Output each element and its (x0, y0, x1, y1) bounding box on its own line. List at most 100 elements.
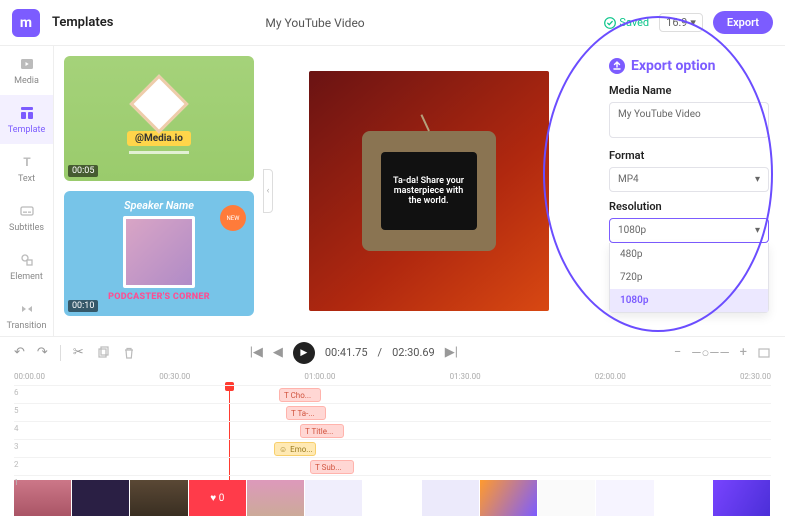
template-card-1[interactable]: @Media.io 00:05 (64, 56, 254, 181)
undo-button[interactable]: ↶ (14, 345, 25, 360)
thumbnail (247, 480, 305, 516)
prev-frame-button[interactable]: ◀ (273, 345, 283, 360)
track-4[interactable]: 4 T Title... (14, 421, 771, 439)
preview-caption: Ta-da! Share your masterpiece with the w… (381, 152, 477, 230)
ruler-tick: 02:00.00 (595, 372, 626, 381)
chevron-down-icon: ▾ (755, 174, 760, 185)
sidebar-item-subtitles[interactable]: Subtitles (0, 193, 53, 242)
media-name-input[interactable]: My YouTube Video (609, 102, 769, 138)
next-frame-button[interactable]: ▶| (445, 345, 458, 360)
sidebar-item-element[interactable]: Element (0, 242, 53, 291)
track-3[interactable]: 3 ☺Emo... (14, 439, 771, 457)
resolution-option-480p[interactable]: 480p (610, 243, 768, 266)
zoom-in-button[interactable]: + (740, 345, 747, 360)
template-1-duration: 00:05 (68, 165, 98, 177)
saved-label: Saved (619, 16, 649, 29)
media-icon (18, 55, 36, 73)
left-sidebar: Media Template T Text Subtitles Element … (0, 46, 54, 336)
resolution-option-1080p[interactable]: 1080p (610, 289, 768, 312)
resolution-label: Resolution (609, 200, 769, 213)
ruler-tick: 00:30.00 (159, 372, 190, 381)
track-number: 5 (14, 406, 19, 415)
clip-emoji-3[interactable]: ☺Emo... (274, 442, 316, 456)
format-select[interactable]: MP4 ▾ (609, 167, 769, 192)
track-2[interactable]: 2 T Sub... (14, 457, 771, 475)
thumbnail (363, 480, 421, 516)
clip-text-2[interactable]: T Sub... (310, 460, 354, 474)
time-separator: / (378, 346, 383, 359)
track-5[interactable]: 5 T Ta-... (14, 403, 771, 421)
resolution-select[interactable]: 1080p ▾ (609, 218, 769, 243)
resolution-dropdown: 480p 720p 1080p (609, 243, 769, 313)
export-icon (609, 58, 625, 74)
ruler-tick: 00:00.00 (14, 372, 45, 381)
total-time: 02:30.69 (392, 346, 435, 359)
video-preview[interactable]: Ta-da! Share your masterpiece with the w… (309, 71, 549, 311)
track-number: 3 (14, 442, 19, 451)
export-button[interactable]: Export (713, 11, 773, 34)
thumbnail (480, 480, 538, 516)
template-1-bar (129, 151, 189, 154)
sidebar-item-template[interactable]: Template (0, 95, 53, 144)
sidebar-item-label: Element (10, 272, 43, 282)
collapse-handle[interactable]: ‹ (263, 169, 273, 213)
clip-label: Emo... (290, 445, 312, 454)
ruler-tick: 02:30.00 (740, 372, 771, 381)
sidebar-item-media[interactable]: Media (0, 46, 53, 95)
transition-icon (18, 300, 36, 318)
emoji-icon: ☺ (279, 445, 287, 454)
delete-button[interactable] (122, 346, 136, 360)
current-time: 00:41.75 (325, 346, 368, 359)
element-icon (18, 251, 36, 269)
format-value: MP4 (618, 174, 639, 185)
export-title-text: Export option (631, 58, 715, 74)
skip-start-button[interactable]: |◀ (250, 345, 263, 360)
copy-button[interactable] (96, 346, 110, 360)
redo-button[interactable]: ↷ (37, 345, 48, 360)
thumbnail (713, 480, 771, 516)
zoom-out-button[interactable]: − (674, 345, 681, 360)
timeline[interactable]: 00:00.00 00:30.00 01:00.00 01:30.00 02:0… (0, 368, 785, 493)
sidebar-item-label: Transition (7, 321, 47, 331)
export-panel: Export option Media Name My YouTube Vide… (593, 46, 785, 336)
resolution-option-720p[interactable]: 720p (610, 266, 768, 289)
thumbnail (538, 480, 596, 516)
preview-canvas: ‹ Ta-da! Share your masterpiece with the… (264, 46, 593, 336)
fit-button[interactable] (757, 346, 771, 360)
clip-text-4[interactable]: T Title... (300, 424, 344, 438)
templates-column: @Media.io 00:05 Speaker Name NEW PODCAST… (54, 46, 264, 336)
format-label: Format (609, 149, 769, 162)
chevron-down-icon: ▾ (690, 16, 696, 29)
thumbnail (422, 480, 480, 516)
track-number: 6 (14, 388, 19, 397)
zoom-slider[interactable]: —○—— (691, 345, 729, 361)
track-number: 2 (14, 460, 19, 469)
play-button[interactable]: ▶ (293, 342, 315, 364)
template-2-duration: 00:10 (68, 300, 98, 312)
transport-controls: |◀ ◀ ▶ 00:41.75 / 02:30.69 ▶| (250, 342, 458, 364)
clip-text-5[interactable]: T Ta-... (286, 406, 326, 420)
sidebar-item-transition[interactable]: Transition (0, 291, 53, 340)
sidebar-item-label: Text (18, 174, 35, 184)
template-card-2[interactable]: Speaker Name NEW PODCASTER'S CORNER 00:1… (64, 191, 254, 316)
tv-graphic: Ta-da! Share your masterpiece with the w… (362, 131, 496, 251)
thumbnail (655, 480, 713, 516)
templates-tab[interactable]: Templates (52, 15, 113, 30)
aspect-ratio-selector[interactable]: 16:9 ▾ (659, 13, 703, 32)
saved-indicator: Saved (604, 16, 649, 29)
sidebar-item-text[interactable]: T Text (0, 144, 53, 193)
template-1-avatar (129, 74, 188, 133)
thumbnail (305, 480, 363, 516)
svg-text:T: T (23, 155, 31, 169)
clip-text-6[interactable]: T Cho... (279, 388, 321, 402)
app-logo[interactable]: m (12, 9, 40, 37)
cut-button[interactable]: ✂ (73, 345, 84, 360)
track-1[interactable]: 1 ♥ 0 (14, 475, 771, 493)
text-icon: T (18, 153, 36, 171)
template-2-badge: NEW (220, 205, 246, 231)
thumbnail (596, 480, 654, 516)
project-title[interactable]: My YouTube Video (265, 16, 465, 30)
track-6[interactable]: 6 T Cho... (14, 385, 771, 403)
video-track-thumbnails[interactable]: ♥ 0 (14, 480, 771, 516)
template-2-speaker: Speaker Name (124, 199, 194, 212)
